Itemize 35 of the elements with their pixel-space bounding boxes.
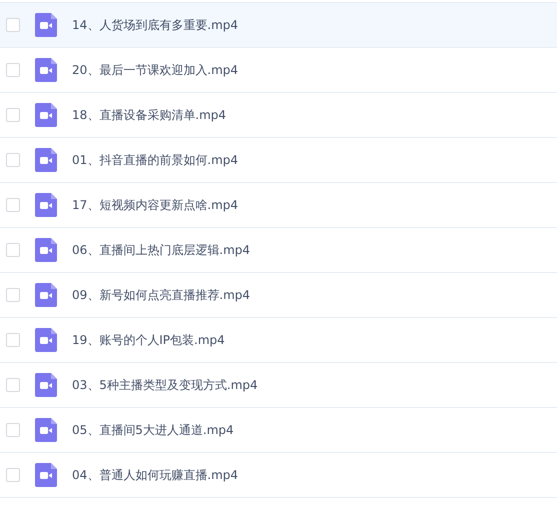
file-name: 20、最后一节课欢迎加入.mp4	[72, 62, 238, 78]
video-file-icon	[35, 238, 57, 262]
checkbox[interactable]	[6, 153, 20, 167]
video-file-icon	[35, 58, 57, 82]
checkbox[interactable]	[6, 243, 20, 257]
video-file-icon	[35, 283, 57, 307]
video-file-icon	[35, 418, 57, 442]
video-file-icon	[35, 463, 57, 487]
file-name: 14、人货场到底有多重要.mp4	[72, 16, 238, 34]
file-name: 01、抖音直播的前景如何.mp4	[72, 152, 238, 168]
file-name: 17、短视频内容更新点啥.mp4	[72, 196, 238, 214]
checkbox[interactable]	[6, 288, 20, 302]
checkbox[interactable]	[6, 378, 20, 392]
checkbox[interactable]	[6, 423, 20, 437]
video-file-icon	[35, 328, 57, 352]
file-row[interactable]: 04、普通人如何玩赚直播.mp4	[0, 452, 557, 498]
file-name: 09、新号如何点亮直播推荐.mp4	[72, 286, 250, 304]
checkbox[interactable]	[6, 468, 20, 482]
video-file-icon	[35, 103, 57, 127]
checkbox[interactable]	[6, 198, 20, 212]
checkbox[interactable]	[6, 18, 20, 32]
file-name: 05、直播间5大进人通道.mp4	[72, 422, 234, 438]
checkbox[interactable]	[6, 333, 20, 347]
video-file-icon	[35, 13, 57, 37]
checkbox[interactable]	[6, 63, 20, 77]
file-name: 18、直播设备采购清单.mp4	[72, 106, 226, 124]
video-file-icon	[35, 193, 57, 217]
file-name: 04、普通人如何玩赚直播.mp4	[72, 466, 238, 484]
file-name: 03、5种主播类型及变现方式.mp4	[72, 376, 258, 394]
video-file-icon	[35, 148, 57, 172]
file-name: 06、直播间上热门底层逻辑.mp4	[72, 242, 250, 258]
video-file-icon	[35, 373, 57, 397]
checkbox[interactable]	[6, 108, 20, 122]
file-row[interactable]: 14、人货场到底有多重要.mp4	[0, 2, 557, 47]
file-name: 19、账号的个人IP包装.mp4	[72, 332, 225, 348]
